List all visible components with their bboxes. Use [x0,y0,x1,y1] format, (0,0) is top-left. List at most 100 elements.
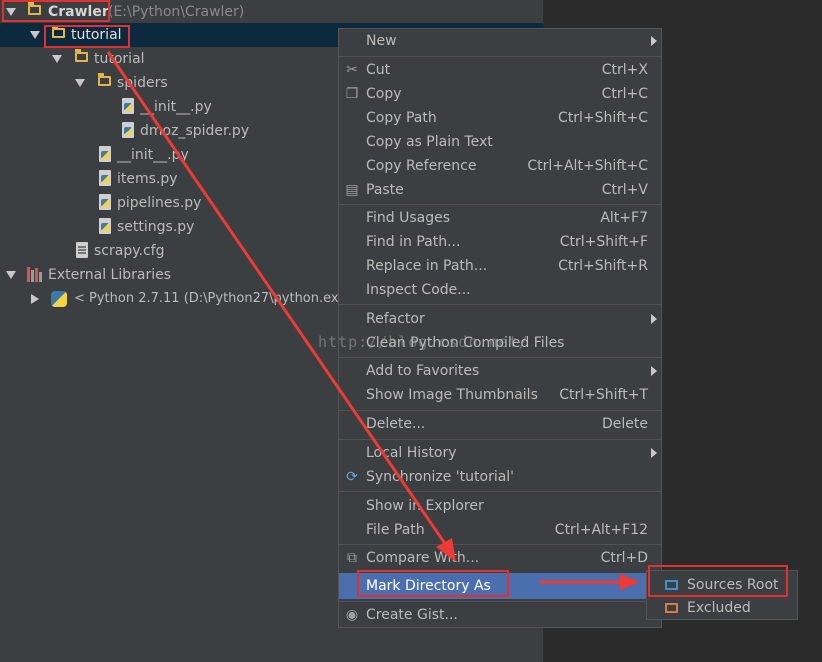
menu-item-label: Show in Explorer [366,498,484,514]
submenu-item-sources-root[interactable]: Sources Root [647,573,797,597]
menu-item-label: Show Image Thumbnails [366,387,538,403]
menu-item-copy-plain-text[interactable]: Copy as Plain Text [339,130,661,154]
menu-item-mark-directory-as[interactable]: Mark Directory As [339,573,661,599]
python-file-icon [122,98,134,114]
menu-item-refactor[interactable]: Refactor [339,307,661,331]
tree-item-label: tutorial [94,51,145,67]
tree-item-label: spiders [117,75,168,91]
menu-separator [339,491,661,492]
menu-item-label: Inspect Code... [366,282,471,298]
menu-item-add-favorites[interactable]: Add to Favorites [339,359,661,383]
root-path: (E:\Python\Crawler) [108,4,245,20]
menu-item-shortcut: Ctrl+Shift+T [559,387,648,403]
menu-item-copy[interactable]: ❐ Copy Ctrl+C [339,82,661,106]
menu-item-copy-reference[interactable]: Copy Reference Ctrl+Alt+Shift+C [339,154,661,178]
menu-item-cut[interactable]: ✂ Cut Ctrl+X [339,58,661,82]
menu-separator [339,357,661,358]
menu-item-paste[interactable]: ▤ Paste Ctrl+V [339,178,661,202]
watermark-text: http://blog.csdn.net/ [318,333,529,351]
python-file-icon [99,146,111,162]
menu-separator [339,410,661,411]
tree-root-crawler[interactable]: Crawler (E:\Python\Crawler) [0,0,543,24]
submenu-arrow-icon [651,366,657,376]
menu-item-label: Create Gist... [366,607,458,623]
menu-item-shortcut: Ctrl+Alt+Shift+C [527,158,648,174]
submenu-arrow-icon [651,448,657,458]
menu-item-label: Copy Path [366,110,437,126]
menu-item-label: Cut [366,62,391,78]
submenu-arrow-icon [651,314,657,324]
tree-item-label: __init__.py [117,147,189,163]
menu-item-shortcut: Ctrl+C [601,86,648,102]
menu-item-shortcut: Ctrl+V [601,182,648,198]
menu-item-image-thumbnails[interactable]: Show Image Thumbnails Ctrl+Shift+T [339,383,661,407]
menu-item-replace-in-path[interactable]: Replace in Path... Ctrl+Shift+R [339,254,661,278]
menu-item-shortcut: Ctrl+Shift+C [558,110,648,126]
menu-item-shortcut: Ctrl+Shift+F [559,234,648,250]
excluded-folder-icon [665,603,678,613]
menu-item-shortcut: Ctrl+X [601,62,648,78]
paste-icon: ▤ [345,182,359,198]
python-file-icon [99,170,111,186]
menu-item-label: Add to Favorites [366,363,480,379]
menu-item-label: File Path [366,522,425,538]
menu-item-label: Copy Reference [366,158,477,174]
menu-item-label: Mark Directory As [366,578,491,594]
menu-item-create-gist[interactable]: ◉ Create Gist... [339,603,661,627]
menu-item-label: Delete... [366,416,426,432]
menu-item-inspect-code[interactable]: Inspect Code... [339,278,661,302]
menu-item-label: Copy [366,86,402,102]
menu-separator [339,544,661,545]
menu-item-copy-path[interactable]: Copy Path Ctrl+Shift+C [339,106,661,130]
folder-icon [98,73,111,86]
github-icon: ◉ [345,607,359,623]
chevron-down-icon[interactable] [6,8,16,16]
menu-item-shortcut: Ctrl+D [600,550,648,566]
tree-item-label: < Python 2.7.11 (D:\Python27\python.exe [74,291,347,306]
chevron-down-icon[interactable] [6,271,16,279]
chevron-down-icon[interactable] [30,31,40,39]
menu-item-compare-with[interactable]: ⧉ Compare With... Ctrl+D [339,546,661,570]
menu-item-label: Replace in Path... [366,258,488,274]
python-file-icon [99,194,111,210]
chevron-down-icon[interactable] [52,55,62,63]
menu-item-label: Copy as Plain Text [366,134,493,150]
menu-item-delete[interactable]: Delete... Delete [339,412,661,436]
menu-item-label: New [366,33,397,49]
tree-item-label: dmoz_spider.py [140,123,250,139]
menu-item-synchronize[interactable]: ⟳ Synchronize 'tutorial' [339,465,661,489]
menu-item-find-in-path[interactable]: Find in Path... Ctrl+Shift+F [339,230,661,254]
submenu-item-excluded[interactable]: Excluded [647,596,797,620]
menu-item-find-usages[interactable]: Find Usages Alt+F7 [339,206,661,230]
tree-item-label: settings.py [117,219,195,235]
root-name: Crawler [48,4,109,20]
menu-item-label: Synchronize 'tutorial' [366,469,515,485]
menu-item-shortcut: Ctrl+Alt+F12 [554,522,648,538]
tree-item-label: items.py [117,171,178,187]
submenu-arrow-icon [651,36,657,46]
menu-separator [339,601,661,602]
folder-icon [28,2,41,15]
menu-item-new[interactable]: New [339,29,661,53]
menu-item-show-explorer[interactable]: Show in Explorer [339,494,661,518]
library-icon [27,267,43,282]
tree-item-label: External Libraries [48,267,171,283]
menu-item-label: Find Usages [366,210,451,226]
context-menu: New ✂ Cut Ctrl+X ❐ Copy Ctrl+C Copy Path… [338,28,662,628]
tree-item-label: tutorial [71,27,122,43]
menu-item-file-path[interactable]: File Path Ctrl+Alt+F12 [339,518,661,542]
menu-item-shortcut: Ctrl+Shift+R [558,258,648,274]
folder-icon [75,49,88,62]
compare-icon: ⧉ [347,550,357,566]
menu-item-local-history[interactable]: Local History [339,441,661,465]
submenu-item-label: Excluded [687,600,751,616]
folder-icon [52,25,65,38]
chevron-down-icon[interactable] [75,79,85,87]
chevron-right-icon[interactable] [31,294,39,304]
python-file-icon [122,122,134,138]
sync-icon: ⟳ [346,469,358,485]
python-logo-icon [51,291,67,307]
menu-item-label: Refactor [366,311,425,327]
menu-separator [339,304,661,305]
python-file-icon [99,218,111,234]
